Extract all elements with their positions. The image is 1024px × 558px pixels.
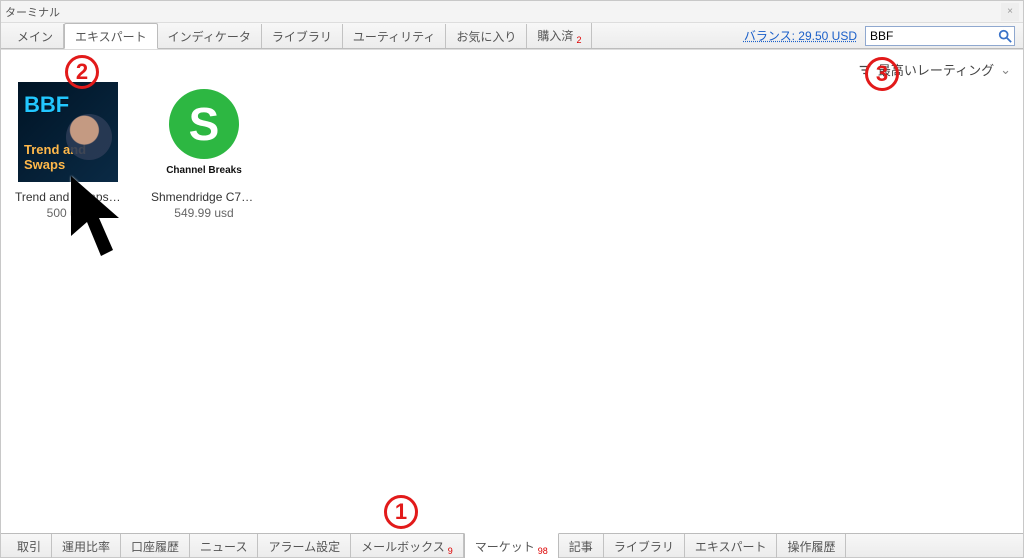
sort-icon [858, 63, 872, 77]
balance-link[interactable]: バランス: 29.50 USD [744, 27, 857, 44]
thumb-art [66, 114, 112, 160]
tab-market[interactable]: マーケット98 [464, 533, 559, 558]
tab-usage[interactable]: 運用比率 [52, 534, 121, 558]
search-input[interactable] [865, 26, 1015, 46]
tab-news[interactable]: ニュース [190, 534, 258, 558]
thumb-letter: S [169, 89, 239, 159]
search-icon[interactable] [996, 27, 1014, 45]
badge-count: 9 [448, 546, 453, 556]
close-icon[interactable]: × [1001, 3, 1019, 21]
tab-expert[interactable]: エキスパート [64, 23, 158, 49]
sort-label: 最高いレーティング [878, 60, 994, 79]
tab-purchased[interactable]: 購入済2 [527, 23, 592, 48]
product-card[interactable]: S Channel Breaks Shmendridge C7M... 549.… [151, 82, 257, 220]
results-area: 最高いレーティング ⌄ BBF Trend and Swaps Trend an… [1, 49, 1023, 533]
window-title: ターミナル [5, 4, 60, 20]
tab-operation-history[interactable]: 操作履歴 [777, 534, 846, 558]
product-price: 500 usd [15, 206, 121, 220]
product-thumbnail: BBF Trend and Swaps [18, 82, 118, 182]
product-card[interactable]: BBF Trend and Swaps Trend and Swaps B...… [15, 82, 121, 220]
product-name: Trend and Swaps B... [15, 190, 121, 204]
chevron-down-icon: ⌄ [1000, 62, 1011, 78]
thumb-text-top: BBF [24, 92, 112, 118]
product-name: Shmendridge C7M... [151, 190, 257, 204]
tab-library[interactable]: ライブラリ [262, 24, 343, 48]
tab-alarm[interactable]: アラーム設定 [258, 534, 351, 558]
product-thumbnail: S Channel Breaks [154, 82, 254, 182]
sort-dropdown[interactable]: 最高いレーティング ⌄ [858, 60, 1011, 79]
tab-article[interactable]: 記事 [559, 534, 604, 558]
category-tabs: メイン エキスパート インディケータ ライブラリ ユーティリティ お気に入り 購… [7, 23, 592, 48]
tab-favorite[interactable]: お気に入り [446, 24, 527, 48]
top-toolbar: メイン エキスパート インディケータ ライブラリ ユーティリティ お気に入り 購… [1, 23, 1023, 49]
terminal-tabs: 取引 運用比率 口座履歴 ニュース アラーム設定 メールボックス9 マーケット9… [1, 533, 1023, 557]
badge-count: 98 [538, 546, 548, 556]
tab-mailbox[interactable]: メールボックス9 [351, 534, 464, 558]
tab-utility[interactable]: ユーティリティ [343, 24, 447, 48]
thumb-caption: Channel Breaks [166, 165, 242, 176]
tab-expert[interactable]: エキスパート [685, 534, 778, 558]
tab-account-history[interactable]: 口座履歴 [121, 534, 190, 558]
product-price: 549.99 usd [151, 206, 257, 220]
tab-trade[interactable]: 取引 [7, 534, 52, 558]
tab-main[interactable]: メイン [7, 24, 64, 48]
badge-count: 2 [576, 35, 581, 45]
title-bar: ターミナル × [1, 1, 1023, 23]
tab-library[interactable]: ライブラリ [604, 534, 685, 558]
tab-indicator[interactable]: インディケータ [158, 24, 262, 48]
